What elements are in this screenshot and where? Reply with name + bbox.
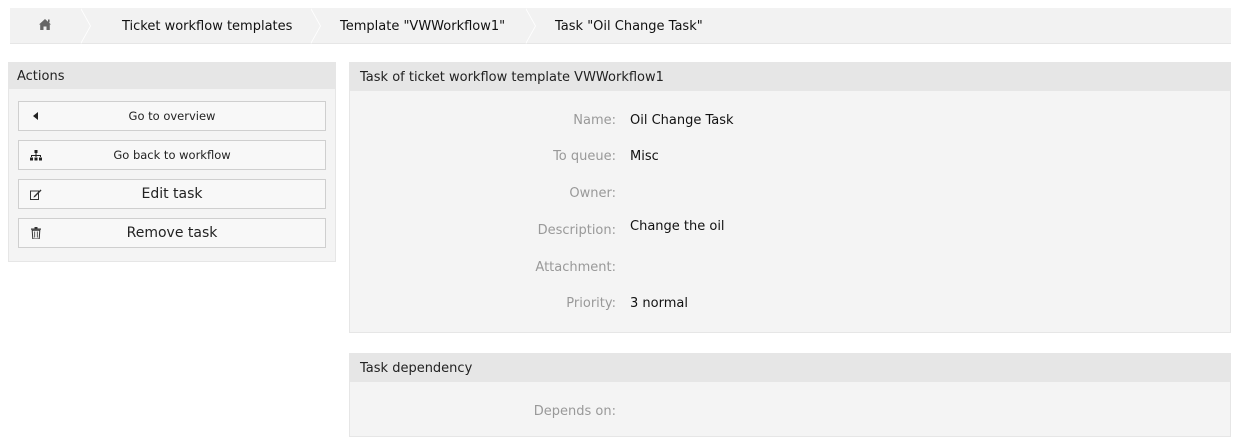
breadcrumb-templates[interactable]: Ticket workflow templates xyxy=(80,8,321,44)
button-label: Go back to workflow xyxy=(113,148,231,162)
sidebar-title: Actions xyxy=(9,63,335,89)
edit-task-button[interactable]: Edit task xyxy=(18,179,326,209)
field-value: 3 normal xyxy=(630,296,688,311)
button-label: Edit task xyxy=(141,186,203,202)
field-label: Depends on: xyxy=(533,404,616,419)
field-label: Priority: xyxy=(566,296,616,311)
trash-icon xyxy=(19,227,53,239)
field-priority: Priority: 3 normal xyxy=(350,296,1230,316)
remove-task-button[interactable]: Remove task xyxy=(18,218,326,248)
field-value: Misc xyxy=(630,149,659,164)
breadcrumb: Ticket workflow templates Template "VWWo… xyxy=(10,8,1231,44)
go-back-to-workflow-button[interactable]: Go back to workflow xyxy=(18,140,326,170)
field-to-queue: To queue: Misc xyxy=(350,149,1230,169)
breadcrumb-task: Task "Oil Change Task" xyxy=(525,8,785,44)
field-label: Attachment: xyxy=(535,260,616,275)
edit-icon xyxy=(19,189,53,200)
widget-title: Task of ticket workflow template VWWorkf… xyxy=(350,63,1230,91)
breadcrumb-home[interactable] xyxy=(10,8,91,44)
sitemap-icon xyxy=(19,149,53,161)
button-label: Remove task xyxy=(126,225,218,241)
field-owner: Owner: xyxy=(350,186,1230,206)
field-label: Owner: xyxy=(569,186,616,201)
field-label: To queue: xyxy=(553,149,616,164)
widget-title: Task dependency xyxy=(350,354,1230,382)
breadcrumb-label: Template "VWWorkflow1" xyxy=(340,18,506,34)
caret-left-icon xyxy=(19,112,53,120)
field-value: Change the oil xyxy=(630,219,725,234)
go-to-overview-button[interactable]: Go to overview xyxy=(18,101,326,131)
field-name: Name: Oil Change Task xyxy=(350,113,1230,133)
field-label: Description: xyxy=(537,223,616,238)
actions-sidebar: Actions Go to overview Go back to workfl… xyxy=(8,62,336,262)
breadcrumb-label: Task "Oil Change Task" xyxy=(555,18,703,34)
task-details-widget: Task of ticket workflow template VWWorkf… xyxy=(349,62,1231,333)
breadcrumb-label: Ticket workflow templates xyxy=(122,18,293,34)
home-icon xyxy=(38,18,52,35)
field-value: Oil Change Task xyxy=(630,113,734,128)
button-label: Go to overview xyxy=(128,109,216,123)
field-label: Name: xyxy=(573,113,616,128)
field-description: Description: Change the oil xyxy=(350,219,1230,243)
task-dependency-widget: Task dependency Depends on: xyxy=(349,353,1231,437)
field-depends-on: Depends on: xyxy=(350,404,1230,424)
breadcrumb-template[interactable]: Template "VWWorkflow1" xyxy=(310,8,536,44)
field-attachment: Attachment: xyxy=(350,260,1230,280)
